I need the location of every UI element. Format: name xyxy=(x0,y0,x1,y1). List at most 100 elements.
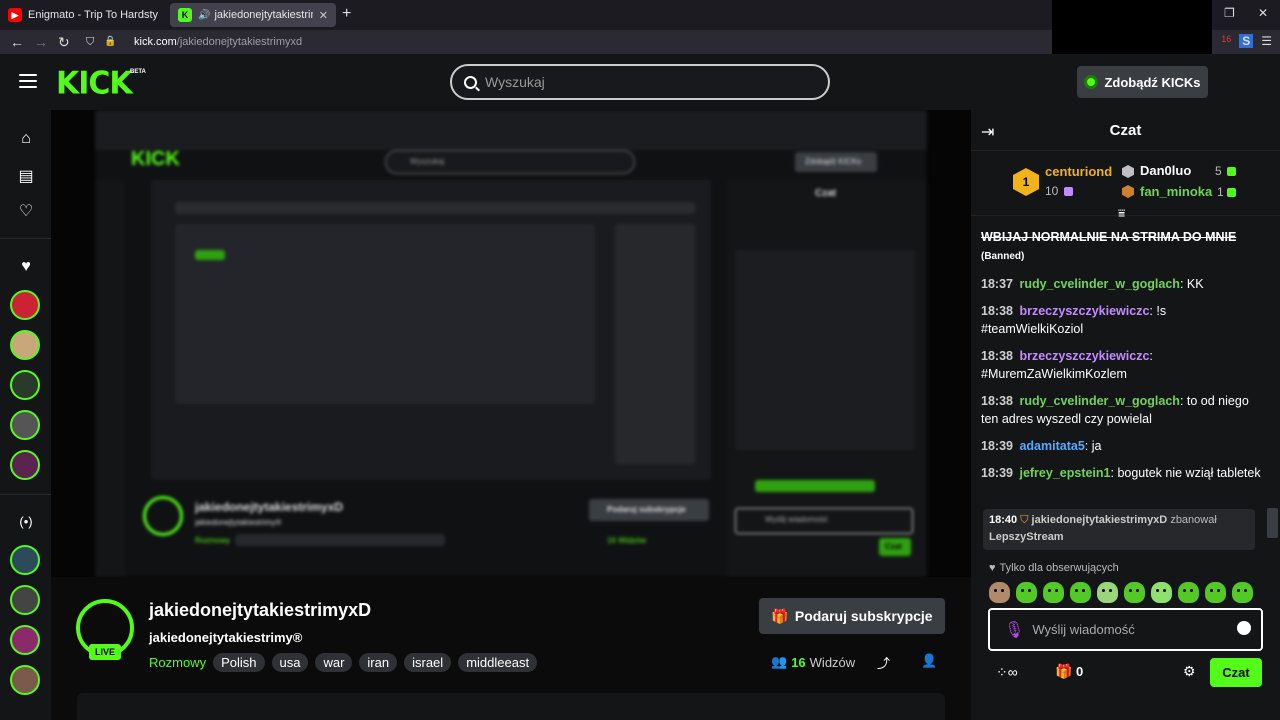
mic-icon[interactable]: 🎙 xyxy=(1004,620,1024,640)
emote-icon[interactable] xyxy=(1097,582,1118,603)
black-overlay xyxy=(1052,0,1212,58)
leader-name[interactable]: centuriond xyxy=(1045,164,1112,179)
browse-icon[interactable]: ▤ xyxy=(17,166,35,186)
pinned-indicator-icon[interactable]: ⩸ xyxy=(1118,206,1125,221)
gift-subscription-button[interactable]: 🎁 Podaruj subskrypcje xyxy=(759,598,945,634)
tag[interactable]: israel xyxy=(404,653,452,672)
chat-username[interactable]: brzeczyszczykiewiczc xyxy=(1019,304,1149,318)
chat-title: Czat xyxy=(1109,122,1142,139)
chat-message: 18:39 adamitata5: ja xyxy=(981,439,1102,453)
avatar[interactable] xyxy=(10,290,40,320)
banned-tag: (Banned) xyxy=(981,251,1025,262)
divider xyxy=(0,494,51,495)
avatar[interactable] xyxy=(10,330,40,360)
menu-icon[interactable]: ☰ xyxy=(1261,34,1272,48)
kick-logo[interactable]: KICK xyxy=(56,65,133,102)
following-heart-icon[interactable]: ♥ xyxy=(17,258,35,276)
emote-icon[interactable] xyxy=(1016,582,1037,603)
share-icon[interactable]: ⤴ xyxy=(877,653,890,672)
heart-outline-icon[interactable]: ♡ xyxy=(17,201,35,221)
live-broadcast-icon[interactable]: (•) xyxy=(17,514,35,529)
video-player[interactable]: KICK Wyszukaj Zdobądź KICKs Czat Wyślij … xyxy=(51,110,971,577)
gift-leaderboard: 1 centuriond 10 Dan0luo 5 fan_minoka 1 xyxy=(971,152,1280,216)
kicks-count: 0 xyxy=(1076,664,1084,679)
emote-icon[interactable] xyxy=(1124,582,1145,603)
gift-box-icon[interactable]: 🎁 xyxy=(1055,663,1072,680)
avatar[interactable] xyxy=(10,585,40,615)
rank-2-badge-icon xyxy=(1122,165,1134,178)
extension-s-icon[interactable]: S xyxy=(1239,34,1254,48)
emoji-picker-icon[interactable] xyxy=(1237,621,1251,635)
browser-tab-youtube[interactable]: ▶ Enigmato - Trip To Hardstyl xyxy=(0,3,166,27)
emote-icon[interactable] xyxy=(1043,582,1064,603)
speaker-icon[interactable]: 🔊 xyxy=(198,10,210,21)
close-tab-icon[interactable]: ✕ xyxy=(319,9,328,22)
settings-gear-icon[interactable]: ⚙ xyxy=(1183,663,1196,680)
back-icon[interactable]: ← xyxy=(10,34,24,50)
search-bar[interactable] xyxy=(450,64,830,100)
tag[interactable]: iran xyxy=(359,653,398,672)
search-icon xyxy=(464,75,477,89)
system-moderator[interactable]: jakiedonejtytakiestrimyxD xyxy=(1032,514,1168,526)
category-link[interactable]: Rozmowy xyxy=(149,655,206,670)
get-kicks-button[interactable]: Zdobądź KICKs xyxy=(1077,66,1208,98)
chat-message: 18:38 rudy_cvelinder_w_goglach: to od ni… xyxy=(981,394,1249,426)
leader-name[interactable]: fan_minoka xyxy=(1140,184,1212,199)
new-tab-icon[interactable]: + xyxy=(342,5,351,23)
tag[interactable]: Polish xyxy=(213,653,265,672)
avatar[interactable] xyxy=(10,410,40,440)
leader-count: 1 xyxy=(1217,185,1224,199)
emote-icon[interactable] xyxy=(989,582,1010,603)
video-frame: KICK Wyszukaj Zdobądź KICKs Czat Wyślij … xyxy=(95,110,927,577)
lock-icon[interactable]: 🔒 xyxy=(104,36,116,47)
chat-scrollbar[interactable] xyxy=(1267,508,1278,538)
youtube-icon: ▶ xyxy=(8,8,22,22)
avatar[interactable] xyxy=(10,450,40,480)
chat-username[interactable]: rudy_cvelinder_w_goglach xyxy=(1019,394,1179,408)
moderator-shield-icon: ⛉ xyxy=(1020,514,1029,526)
emote-icon[interactable] xyxy=(1070,582,1091,603)
kicks-infinity-icon[interactable]: ⁘∞ xyxy=(996,664,1018,681)
emote-icon[interactable] xyxy=(1151,582,1172,603)
avatar[interactable] xyxy=(10,625,40,655)
extension-icon[interactable]: 16 xyxy=(1221,34,1231,48)
system-action: zbanował xyxy=(1170,514,1217,526)
forward-icon[interactable]: → xyxy=(34,34,48,50)
emote-icon[interactable] xyxy=(1232,582,1253,603)
shield-icon[interactable]: ⛉ xyxy=(86,36,94,49)
send-chat-button[interactable]: Czat xyxy=(1210,658,1262,687)
avatar[interactable] xyxy=(10,545,40,575)
stream-title: jakiedonejtytakiestrimy® xyxy=(149,630,303,645)
restore-window-icon[interactable]: ❐ xyxy=(1224,6,1235,20)
chat-input-box[interactable]: 🎙 xyxy=(988,608,1263,651)
gift-label: Podaruj subskrypcje xyxy=(794,608,933,624)
rank-1-badge-icon: 1 xyxy=(1013,168,1039,196)
chat-username[interactable]: rudy_cvelinder_w_goglach xyxy=(1019,277,1179,291)
search-input[interactable] xyxy=(485,74,805,90)
emote-icon[interactable] xyxy=(1178,582,1199,603)
chat-username[interactable]: brzeczyszczykiewiczc xyxy=(1019,349,1149,363)
gift-icon: 🎁 xyxy=(771,607,789,624)
chat-username[interactable]: adamitata5 xyxy=(1019,439,1084,453)
follow-user-icon[interactable]: 👤 xyxy=(921,653,937,669)
leader-name[interactable]: Dan0luo xyxy=(1140,163,1191,178)
tag[interactable]: middleeast xyxy=(458,653,538,672)
system-target[interactable]: LepszyStream xyxy=(989,531,1064,543)
avatar[interactable] xyxy=(10,665,40,695)
users-icon: 👥 xyxy=(771,654,788,669)
avatar[interactable] xyxy=(10,370,40,400)
tab-title: Enigmato - Trip To Hardstyl xyxy=(28,9,158,21)
close-window-icon[interactable]: ✕ xyxy=(1258,6,1268,20)
address-bar[interactable]: kick.com/jakiedonejtytakiestrimyxd xyxy=(134,36,302,48)
tag[interactable]: usa xyxy=(271,653,309,672)
channel-name[interactable]: jakiedonejtytakiestrimyxD xyxy=(149,600,371,621)
tag[interactable]: war xyxy=(315,653,353,672)
browser-tab-kick[interactable]: K 🔊 jakiedonejtytakiestrimyxD ✕ xyxy=(170,3,336,27)
reload-icon[interactable]: ↻ xyxy=(58,34,70,51)
home-icon[interactable]: ⌂ xyxy=(17,130,35,148)
emote-icon[interactable] xyxy=(1205,582,1226,603)
gift-icon xyxy=(1227,167,1236,176)
hamburger-menu-icon[interactable] xyxy=(19,74,37,92)
chat-username[interactable]: jefrey_epstein1 xyxy=(1019,466,1110,480)
chat-input[interactable] xyxy=(1032,622,1223,637)
